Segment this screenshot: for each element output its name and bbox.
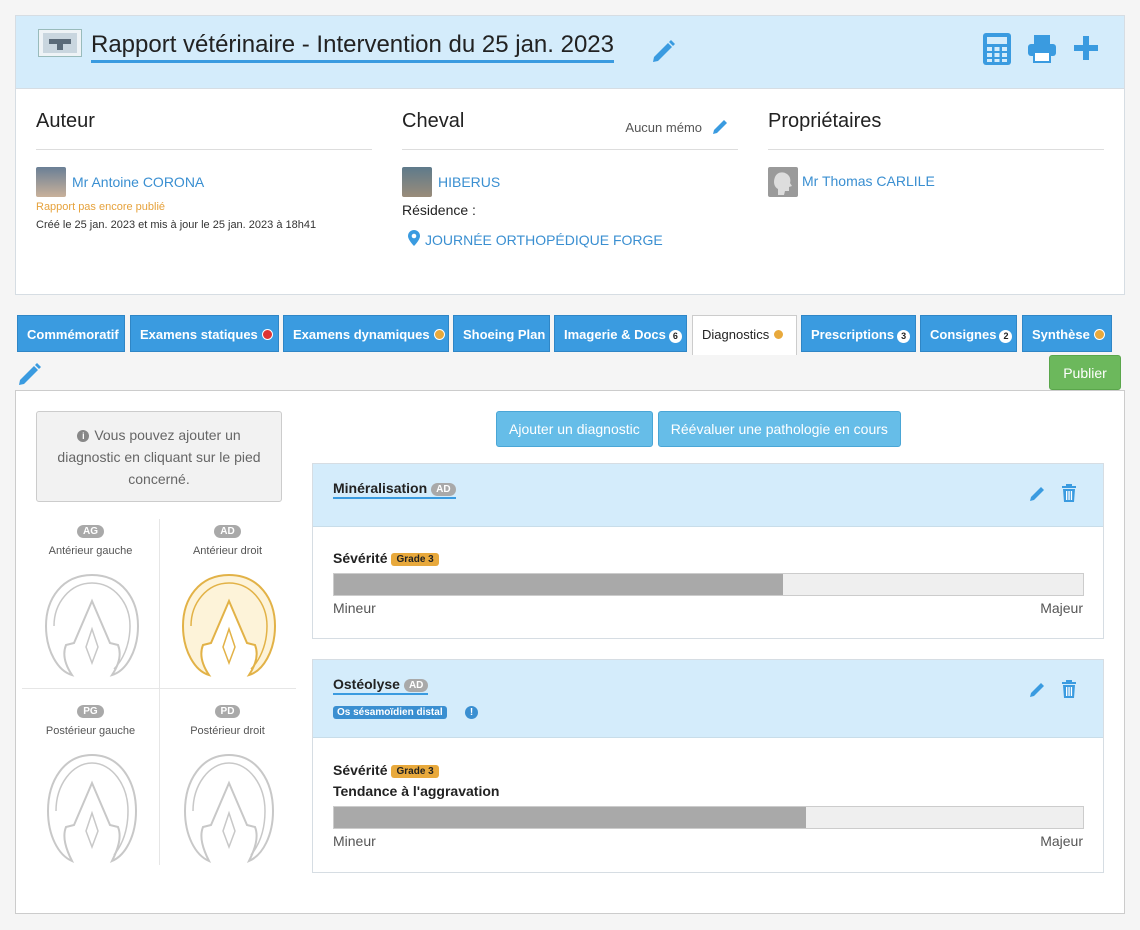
report-info-panel: Auteur Mr Antoine CORONA Rapport pas enc… — [15, 89, 1125, 295]
tab-consignes[interactable]: Consignes 2 — [920, 315, 1017, 352]
hoof-icon[interactable] — [179, 751, 279, 866]
edit-pencil-icon[interactable] — [1029, 484, 1047, 505]
add-diagnosis-button[interactable]: Ajouter un diagnostic — [496, 411, 653, 447]
hoof-icon-selected[interactable] — [179, 571, 279, 681]
severity-bar-fill — [334, 574, 784, 595]
tab-synthese[interactable]: Synthèse — [1022, 315, 1112, 352]
diagnosis-title[interactable]: Ostéolyse AD — [333, 676, 429, 695]
publish-button[interactable]: Publier — [1049, 355, 1121, 390]
edit-tabs-pencil-icon[interactable] — [17, 359, 45, 390]
severity-bar-fill — [334, 807, 806, 828]
foot-pg[interactable]: PG Postérieur gauche — [22, 699, 159, 872]
trash-icon[interactable] — [1061, 680, 1077, 701]
foot-code-badge: AD — [403, 679, 429, 692]
reassess-pathology-button[interactable]: Réévaluer une pathologie en cours — [657, 411, 901, 447]
hint-box: i Vous pouvez ajouter un diagnostic en cl… — [36, 411, 282, 502]
scale-min-label: Mineur — [333, 833, 376, 849]
plus-icon[interactable] — [1072, 32, 1100, 69]
edit-title-pencil-icon[interactable] — [650, 37, 678, 68]
tab-shoeing-plan[interactable]: Shoeing Plan — [453, 315, 550, 352]
horse-link[interactable]: HIBERUS — [438, 174, 500, 190]
owner-avatar — [768, 167, 798, 197]
company-logo — [38, 29, 82, 57]
foot-ad[interactable]: AD Antérieur droit — [159, 519, 296, 692]
count-badge: 6 — [668, 330, 682, 343]
horse-heading: Cheval — [402, 110, 465, 132]
trash-icon[interactable] — [1061, 484, 1077, 505]
foot-code-badge: AD — [431, 483, 456, 496]
grade-badge: Grade 3 — [391, 765, 439, 778]
severity-bar — [333, 573, 1084, 596]
severity-label: Sévérité Grade 3 — [333, 762, 439, 778]
horse-avatar — [402, 167, 432, 197]
tab-imagerie-docs[interactable]: Imagerie & Docs 6 — [554, 315, 687, 352]
location-badge: Os sésamoïdien distal — [333, 706, 447, 719]
foot-code-badge: PD — [214, 705, 241, 718]
severity-label: Sévérité Grade 3 — [333, 550, 439, 566]
status-dot — [773, 329, 785, 340]
author-avatar — [36, 167, 66, 197]
trend-label: Tendance à l'aggravation — [333, 783, 500, 799]
diagnosis-card-header: Minéralisation AD — [313, 464, 1103, 527]
diagnosis-card: Minéralisation AD Sévérité Grade 3 Mineur … — [312, 463, 1104, 639]
scale-min-label: Mineur — [333, 600, 376, 616]
hoof-icon[interactable] — [42, 751, 142, 866]
foot-ag[interactable]: AG Antérieur gauche — [22, 519, 159, 692]
status-dot — [433, 329, 445, 340]
foot-label: Antérieur gauche — [48, 545, 133, 557]
owner-link[interactable]: Mr Thomas CARLILE — [802, 173, 935, 189]
info-icon: i — [77, 430, 90, 442]
count-badge: 3 — [897, 330, 911, 343]
status-dot — [1093, 329, 1105, 340]
printer-icon[interactable] — [1026, 32, 1058, 69]
memo-control[interactable]: Aucun mémo — [625, 117, 730, 138]
info-icon[interactable]: ! — [465, 706, 478, 719]
publication-status: Rapport pas encore publié — [36, 201, 166, 213]
scale-max-label: Majeur — [1040, 600, 1083, 616]
memo-text: Aucun mémo — [625, 120, 702, 135]
scale-max-label: Majeur — [1040, 833, 1083, 849]
grade-badge: Grade 3 — [391, 553, 439, 566]
diagnostics-panel: i Vous pouvez ajouter un diagnostic en cl… — [15, 390, 1125, 914]
author-heading: Auteur — [36, 110, 95, 132]
created-updated-text: Créé le 25 jan. 2023 et mis à jour le 25… — [36, 219, 317, 231]
foot-label: Postérieur droit — [190, 725, 265, 737]
owners-heading: Propriétaires — [768, 110, 882, 132]
foot-code-badge: AG — [77, 525, 104, 538]
foot-pd[interactable]: PD Postérieur droit — [159, 699, 296, 872]
foot-label: Antérieur droit — [192, 545, 263, 557]
report-header: Rapport vétérinaire - Intervention du 25… — [15, 15, 1125, 89]
tab-diagnostics[interactable]: Diagnostics — [692, 315, 797, 355]
count-badge: 2 — [999, 330, 1013, 343]
foot-code-badge: AD — [214, 525, 241, 538]
diagnosis-title[interactable]: Minéralisation AD — [333, 480, 456, 499]
memo-pencil-icon[interactable] — [712, 117, 730, 138]
calculator-icon[interactable] — [982, 32, 1012, 69]
tab-commemoratif[interactable]: Commémoratif — [17, 315, 125, 352]
foot-selector: AG Antérieur gauche AD Antérieur droit P… — [22, 519, 296, 865]
status-dot — [261, 329, 273, 340]
residence-link[interactable]: JOURNÉE ORTHOPÉDIQUE FORGE — [408, 230, 663, 249]
tab-prescriptions[interactable]: Prescriptions 3 — [801, 315, 916, 352]
map-marker-icon — [408, 230, 420, 249]
foot-label: Postérieur gauche — [45, 725, 136, 737]
tab-examens-statiques[interactable]: Examens statiques — [130, 315, 279, 352]
foot-code-badge: PG — [77, 705, 104, 718]
severity-bar — [333, 806, 1084, 829]
edit-pencil-icon[interactable] — [1029, 680, 1047, 701]
page-title: Rapport vétérinaire - Intervention du 25… — [91, 31, 614, 63]
residence-name: JOURNÉE ORTHOPÉDIQUE FORGE — [425, 231, 663, 248]
diagnosis-card: Ostéolyse AD Os sésamoïdien distal ! Sévé… — [312, 659, 1104, 873]
hoof-icon[interactable] — [42, 571, 142, 681]
residence-label: Résidence : — [402, 202, 476, 218]
tab-examens-dynamiques[interactable]: Examens dynamiques — [283, 315, 449, 352]
author-link[interactable]: Mr Antoine CORONA — [72, 174, 204, 190]
diagnosis-card-header: Ostéolyse AD Os sésamoïdien distal ! — [313, 660, 1103, 738]
